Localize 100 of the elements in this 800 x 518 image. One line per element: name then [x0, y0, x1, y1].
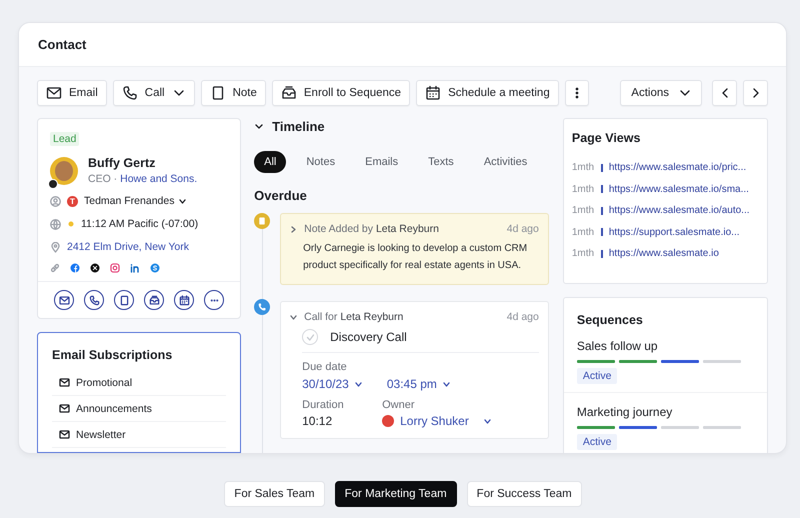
time-ago: 4d ago [506, 311, 539, 323]
linkedin-icon[interactable] [130, 263, 140, 273]
visit-age: 1mth [572, 226, 596, 238]
status-tag: Active [576, 434, 618, 450]
team-tab[interactable]: For Success Team [466, 481, 582, 507]
envelope-icon [59, 403, 70, 414]
page-url-link[interactable]: https://www.salesmate.io [608, 248, 719, 260]
avatar [50, 156, 78, 184]
field-label: Duration [302, 399, 345, 411]
quick-call-button[interactable] [84, 290, 104, 310]
sequence-button[interactable]: Enroll to Sequence [272, 80, 410, 106]
owner-dropdown[interactable]: Tedman Frenandes [84, 195, 188, 207]
instagram-icon[interactable] [110, 263, 120, 273]
time-dropdown[interactable]: 03:45 pm [386, 377, 451, 391]
inbox-icon [280, 85, 297, 101]
filter-tab[interactable]: Activities [474, 151, 538, 173]
lead-tag: Lead [50, 132, 80, 146]
phone-badge-icon [254, 299, 270, 315]
facebook-icon[interactable] [70, 263, 80, 273]
contact-name: Buffy Gertz [88, 156, 156, 170]
note-badge-icon [254, 213, 270, 229]
visit-age: 1mth [572, 162, 596, 174]
address-link[interactable]: 2412 Elm Drive, New York [67, 241, 189, 253]
note-text: Orly Carnegie is looking to develop a custom CRM product specifically for real estate agents in USA. [303, 242, 528, 273]
owner-avatar: T [67, 196, 78, 206]
subscription-item[interactable]: Announcements [76, 402, 152, 414]
filter-tab[interactable]: Notes [296, 151, 346, 173]
chevron-right-icon[interactable] [289, 224, 298, 234]
actions-button[interactable]: Actions [620, 80, 702, 106]
separator-dot: · [112, 173, 118, 185]
next-button[interactable] [743, 80, 768, 106]
quick-meeting-button[interactable] [174, 290, 194, 310]
status-tag: Active [576, 368, 618, 384]
inbox-icon [148, 294, 160, 306]
team-tab[interactable]: For Sales Team [224, 481, 325, 507]
local-time: 11:12 AM Pacific (-07:00) [81, 218, 198, 230]
timeline-title: Timeline [272, 118, 325, 134]
subscription-item[interactable]: Newsletter [76, 428, 126, 440]
subscription-item[interactable]: Promotional [76, 376, 132, 388]
company-link[interactable]: Howe and Sons. [120, 173, 198, 185]
sequence-name[interactable]: Sales follow up [576, 338, 754, 352]
page-url-link[interactable]: https://www.salesmate.io/sma... [608, 184, 749, 195]
field-label: Due date [302, 361, 348, 373]
quick-note-button[interactable] [114, 290, 134, 310]
envelope-icon [59, 377, 70, 388]
team-tab[interactable]: For Marketing Team [334, 481, 457, 507]
activity-heading: Call for Leta Reyburn [304, 311, 404, 323]
phone-icon [88, 294, 100, 306]
quick-sequence-button[interactable] [144, 290, 164, 310]
filter-tab[interactable]: Texts [418, 151, 464, 173]
call-button[interactable]: Call [112, 80, 195, 106]
page-url-link[interactable]: https://www.salesmate.io/auto... [608, 205, 750, 216]
sequence-name[interactable]: Marketing journey [576, 404, 754, 418]
visit-age: 1mth [572, 205, 596, 216]
chevron-down-icon [354, 380, 363, 388]
location-pin-icon [50, 242, 61, 252]
quick-more-button[interactable] [204, 290, 224, 310]
badge-icon [48, 178, 58, 188]
note-icon [118, 294, 130, 306]
phone-icon [122, 85, 138, 101]
task-checkbox[interactable] [302, 329, 318, 345]
sun-icon [67, 220, 75, 228]
filter-tab[interactable]: All [254, 151, 286, 173]
calendar-icon [178, 294, 190, 306]
section-heading: Overdue [254, 188, 308, 203]
section-title: Email Subscriptions [52, 348, 174, 362]
filter-tab[interactable]: Emails [355, 151, 408, 173]
page-url-link[interactable]: https://www.salesmate.io/pric... [608, 162, 746, 174]
date-dropdown[interactable]: 30/10/23 [302, 377, 363, 391]
page-url-link[interactable]: https://support.salesmate.io... [608, 226, 740, 238]
chevron-down-icon [178, 196, 188, 206]
activity-heading: Note Added by Leta Reyburn [304, 223, 439, 235]
chevron-down-icon [482, 416, 492, 426]
section-title: Page Views [572, 131, 642, 145]
globe-icon [50, 218, 61, 230]
field-label: Owner [382, 399, 416, 411]
previous-button[interactable] [712, 80, 737, 106]
user-circle-icon [50, 196, 61, 206]
chevron-down-icon [442, 380, 451, 388]
meeting-button[interactable]: Schedule a meeting [416, 80, 559, 106]
task-title: Discovery Call [330, 330, 407, 344]
envelope-icon [58, 294, 70, 306]
window-title: Contact [19, 23, 786, 67]
check-icon [306, 332, 315, 342]
skype-icon[interactable] [150, 263, 160, 273]
owner-dropdown[interactable]: Lorry Shuker [400, 414, 492, 428]
email-button[interactable]: Email [37, 80, 107, 106]
time-ago: 4d ago [506, 223, 539, 235]
note-button[interactable]: Note [200, 80, 266, 106]
duration-value: 10:12 [302, 414, 334, 428]
envelope-icon [59, 429, 70, 440]
quick-email-button[interactable] [54, 290, 74, 310]
link-icon [50, 263, 60, 273]
more-options-button[interactable] [564, 80, 589, 106]
x-social-icon[interactable] [90, 263, 100, 273]
envelope-icon [46, 85, 62, 101]
job-title: CEO [88, 173, 111, 185]
visit-age: 1mth [572, 184, 596, 195]
visit-age: 1mth [572, 248, 596, 260]
section-title: Sequences [576, 312, 644, 326]
